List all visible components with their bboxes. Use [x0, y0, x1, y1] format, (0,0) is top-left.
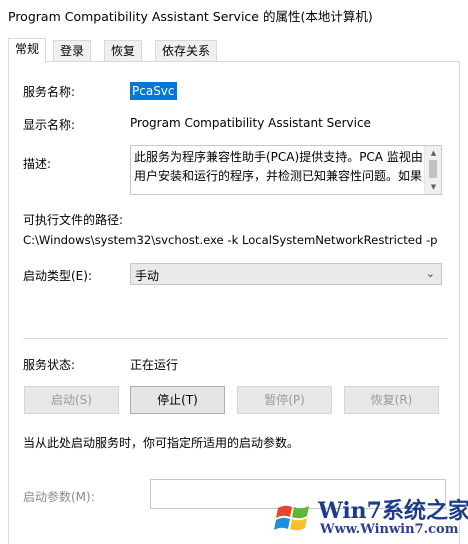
start-params-hint: 当从此处启动服务时，你可指定所适用的启动参数。 — [23, 436, 300, 450]
startup-type-select[interactable]: 手动 ⌄ — [130, 263, 442, 285]
start-button[interactable]: 启动(S) — [24, 386, 119, 414]
scroll-down-icon[interactable]: ▼ — [425, 180, 441, 194]
display-name-label: 显示名称: — [23, 118, 76, 132]
resume-button[interactable]: 恢复(R) — [344, 386, 439, 414]
status-label: 服务状态: — [23, 358, 76, 372]
windows-logo-icon — [274, 505, 309, 531]
stop-button[interactable]: 停止(T) — [130, 386, 225, 414]
pause-button[interactable]: 暂停(P) — [237, 386, 332, 414]
tab-dependencies[interactable]: 依存关系 — [155, 40, 218, 62]
watermark: Win7系统之家 Www.Winwin7.com — [274, 490, 468, 544]
watermark-url: Www.Winwin7.com — [320, 522, 459, 537]
tab-strip: 常规 登录 恢复 依存关系 — [8, 38, 460, 63]
service-name-label: 服务名称: — [23, 85, 76, 99]
startup-type-label: 启动类型(E): — [23, 269, 92, 283]
title-bar[interactable]: Program Compatibility Assistant Service … — [0, 0, 468, 30]
description-label: 描述: — [23, 157, 52, 171]
scroll-up-icon[interactable]: ▲ — [425, 146, 441, 160]
description-scrollbar[interactable]: ▲ ▼ — [424, 146, 441, 194]
exe-path-value[interactable]: C:\Windows\system32\svchost.exe -k Local… — [23, 233, 438, 247]
status-value: 正在运行 — [130, 358, 179, 372]
description-box[interactable]: 此服务为程序兼容性助手(PCA)提供支持。PCA 监视由用户安装和运行的程序，并… — [130, 145, 442, 195]
start-params-label: 启动参数(M): — [23, 490, 95, 504]
description-text: 此服务为程序兼容性助手(PCA)提供支持。PCA 监视由用户安装和运行的程序，并… — [134, 150, 423, 183]
general-panel: 服务名称: PcaSvc 显示名称: Program Compatibility… — [8, 61, 460, 544]
display-name-value[interactable]: Program Compatibility Assistant Service — [130, 116, 371, 130]
window-title: Program Compatibility Assistant Service … — [8, 9, 373, 24]
divider — [23, 338, 448, 339]
watermark-title: Win7系统之家 — [318, 498, 468, 524]
tab-logon[interactable]: 登录 — [53, 40, 92, 62]
tab-general[interactable]: 常规 — [8, 38, 47, 63]
exe-path-label: 可执行文件的路径: — [23, 213, 124, 227]
chevron-down-icon: ⌄ — [425, 267, 435, 280]
service-name-value[interactable]: PcaSvc — [130, 82, 177, 100]
scroll-thumb[interactable] — [429, 160, 437, 178]
tab-recovery[interactable]: 恢复 — [104, 40, 143, 62]
startup-type-value: 手动 — [135, 269, 160, 283]
